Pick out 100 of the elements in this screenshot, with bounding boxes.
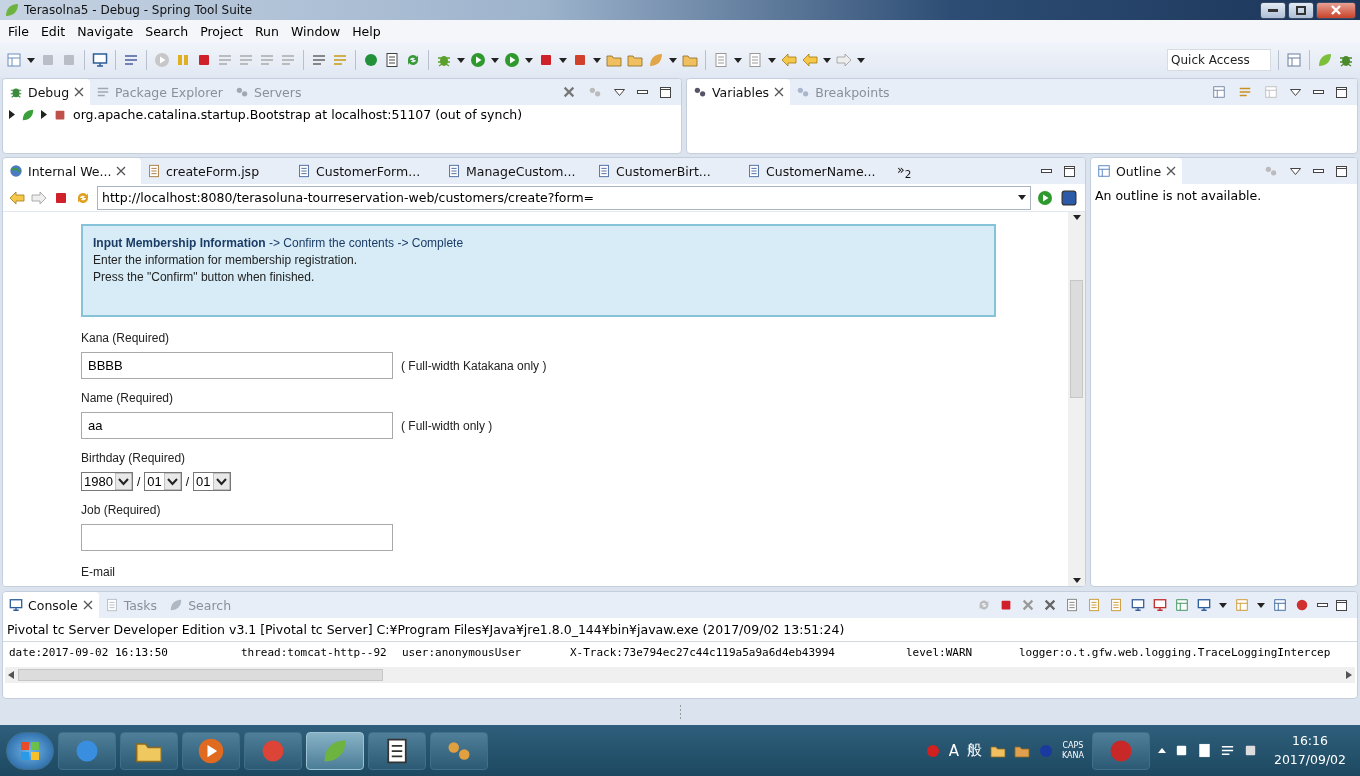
back-icon[interactable] (9, 189, 25, 206)
caret-icon[interactable] (1257, 602, 1265, 608)
text-field[interactable]: aa (81, 412, 393, 439)
scroll-left-icon[interactable] (8, 671, 14, 679)
minimize-icon[interactable] (1317, 603, 1328, 607)
scrollbar[interactable] (5, 667, 1355, 683)
view-menu-icon[interactable] (1290, 167, 1301, 175)
menu-item[interactable]: Navigate (71, 23, 140, 39)
show-error-icon[interactable] (1153, 598, 1167, 612)
editor-tab[interactable]: Internal We... (3, 158, 141, 184)
monitor-icon[interactable] (92, 52, 108, 68)
menu-item[interactable]: Run (248, 23, 285, 39)
menu-item[interactable]: Window (284, 23, 347, 39)
minimize-icon[interactable] (1313, 169, 1324, 173)
caret-icon[interactable] (1018, 195, 1026, 200)
folder-icon[interactable] (606, 52, 622, 68)
caret-icon[interactable] (1072, 215, 1081, 220)
menu-item[interactable]: Search (139, 23, 195, 39)
show-output-icon[interactable] (1131, 598, 1145, 612)
text-field[interactable]: BBBB (81, 352, 393, 379)
resize-handle-icon[interactable] (678, 705, 682, 719)
panel-tab[interactable]: Debug (3, 79, 91, 105)
caret-icon[interactable] (734, 57, 742, 63)
stop-icon[interactable] (538, 52, 554, 68)
caret-icon[interactable] (457, 57, 465, 63)
minimize-icon[interactable] (1313, 90, 1324, 94)
clock[interactable]: 16:16 2017/09/02 (1273, 731, 1346, 770)
ime-indicator[interactable]: 般 (966, 741, 982, 760)
dropdown[interactable]: 01 (193, 472, 231, 491)
close-icon[interactable] (774, 87, 785, 97)
caret-icon[interactable] (1219, 602, 1227, 608)
grid-icon[interactable] (1273, 598, 1287, 612)
url-field[interactable]: http://localhost:8080/terasoluna-tourreservation-web/customers/create?form= (97, 185, 1031, 210)
start-button[interactable] (6, 731, 54, 770)
scrollbar-thumb[interactable] (1070, 280, 1083, 398)
caret-icon[interactable] (525, 57, 533, 63)
caret-icon[interactable] (593, 57, 601, 63)
expand-arrow-icon[interactable] (9, 110, 15, 119)
editor-tab[interactable]: CustomerName... (741, 158, 891, 184)
caret-icon[interactable] (823, 57, 831, 63)
panel-tab[interactable]: Outline (1091, 158, 1183, 184)
more-tabs-button[interactable]: »$_{2}$ (891, 158, 918, 184)
maximize-icon[interactable] (1336, 86, 1347, 98)
tree-item[interactable]: org.apache.catalina.startup.Bootstrap at localhost:51107 (out of synch) (73, 107, 523, 122)
scroll-right-icon[interactable] (1346, 671, 1352, 679)
caret-icon[interactable] (768, 57, 776, 63)
caret-icon[interactable] (559, 57, 567, 63)
refresh-icon[interactable] (405, 52, 421, 68)
close-icon[interactable] (116, 166, 127, 176)
panel-tab[interactable]: Variables (687, 79, 791, 105)
forward-icon[interactable] (31, 189, 47, 206)
quick-access-field[interactable]: Quick Access (1167, 49, 1271, 71)
stop-icon[interactable] (999, 598, 1013, 612)
maximize-icon[interactable] (1336, 599, 1347, 611)
back-icon[interactable] (802, 52, 818, 68)
dropdown[interactable]: 1980 (81, 472, 133, 491)
editor-tab[interactable]: CustomerBirt... (591, 158, 741, 184)
taskbar-button[interactable] (182, 731, 240, 770)
menu-item[interactable]: File (2, 23, 35, 39)
play-icon[interactable] (470, 52, 486, 68)
close-icon[interactable] (74, 87, 85, 97)
editor-tab[interactable]: ManageCustom... (441, 158, 591, 184)
remove-icon[interactable] (1021, 598, 1035, 612)
text-field[interactable] (81, 524, 393, 551)
caret-icon[interactable] (491, 57, 499, 63)
editor-tab[interactable]: CustomerForm... (291, 158, 441, 184)
remove-icon[interactable] (562, 85, 576, 99)
maximize-icon[interactable] (660, 86, 671, 98)
view-menu-icon[interactable] (614, 88, 625, 96)
close-button[interactable] (1316, 1, 1356, 19)
maximize-button[interactable] (1288, 1, 1314, 19)
show-hidden-icons-icon[interactable] (1157, 748, 1166, 753)
caret-icon[interactable] (857, 57, 865, 63)
caret-icon[interactable] (27, 57, 35, 63)
minimize-icon[interactable] (637, 90, 648, 94)
minimize-button[interactable] (1260, 1, 1286, 19)
folder-icon[interactable] (627, 52, 643, 68)
dropdown[interactable]: 01 (144, 472, 182, 491)
close-icon[interactable] (82, 600, 93, 610)
maximize-icon[interactable] (1064, 165, 1075, 177)
menu-item[interactable]: Help (346, 23, 387, 39)
scrollbar-thumb[interactable] (18, 669, 383, 681)
menu-item[interactable]: Project (194, 23, 249, 39)
ime-indicator[interactable]: A (948, 741, 959, 760)
editor-tab[interactable]: createForm.jsp (141, 158, 291, 184)
folder-icon[interactable] (682, 52, 698, 68)
go-icon[interactable] (1037, 189, 1053, 206)
panel-tab[interactable]: Console (3, 592, 99, 618)
last-edit-icon[interactable] (781, 52, 797, 68)
maximize-icon[interactable] (1336, 165, 1347, 177)
close-icon[interactable] (1166, 166, 1177, 176)
view-menu-icon[interactable] (1290, 88, 1301, 96)
caret-icon[interactable] (669, 57, 677, 63)
taskbar-button[interactable] (368, 731, 426, 770)
run-tool-icon[interactable] (504, 52, 520, 68)
scrollbar[interactable] (1068, 212, 1085, 586)
caret-icon[interactable] (1072, 578, 1081, 583)
minimize-icon[interactable] (1041, 169, 1052, 173)
expand-arrow-icon[interactable] (41, 110, 47, 119)
stop-icon[interactable] (196, 52, 212, 68)
